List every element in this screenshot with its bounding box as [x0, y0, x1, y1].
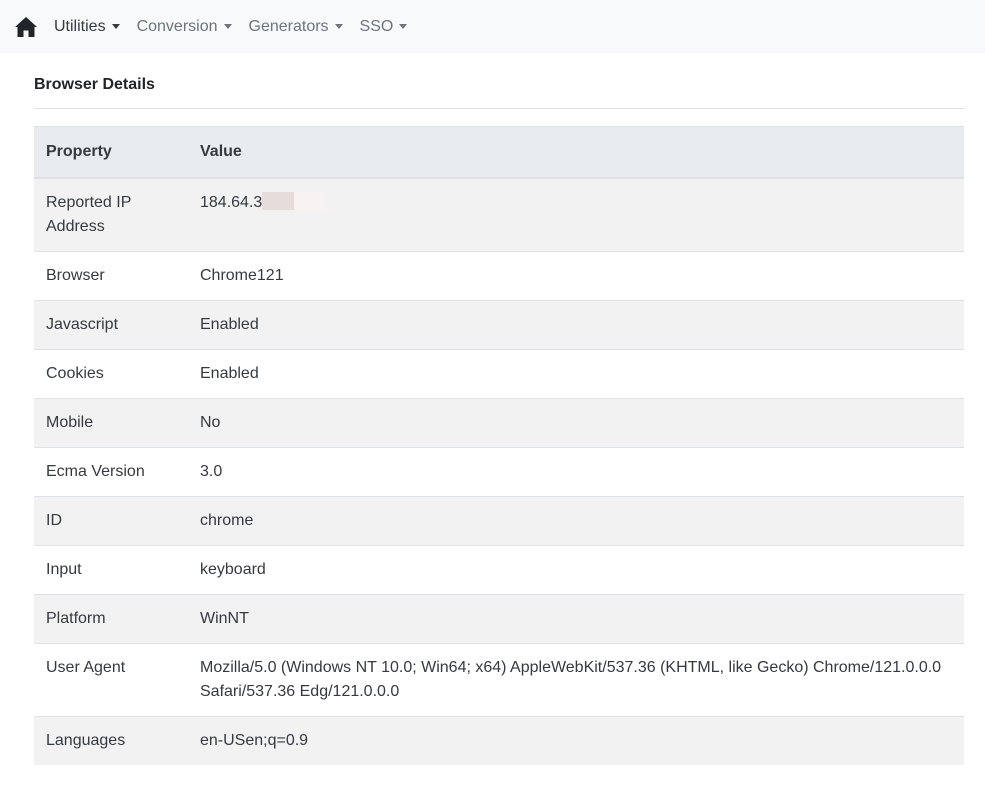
table-row: Cookies Enabled — [34, 348, 964, 398]
property-cell: Languages — [34, 715, 188, 765]
value-cell: 184.64.3 — [188, 177, 964, 251]
nav-menu-label: Conversion — [136, 17, 218, 35]
property-cell: Reported IP Address — [34, 177, 188, 251]
nav-menu-sso[interactable]: SSO — [360, 18, 408, 36]
caret-down-icon — [111, 24, 120, 29]
caret-down-icon — [334, 24, 343, 29]
table-row: Reported IP Address 184.64.3 — [34, 177, 964, 251]
value-cell: Chrome121 — [188, 250, 964, 300]
property-cell: Cookies — [34, 348, 188, 398]
header-property: Property — [34, 126, 188, 179]
value-cell: WinNT — [188, 593, 964, 643]
property-cell: User Agent — [34, 642, 188, 716]
table-row: Platform WinNT — [34, 593, 964, 643]
property-cell: ID — [34, 495, 188, 545]
nav-menu-conversion[interactable]: Conversion — [137, 18, 232, 36]
value-cell: 3.0 — [188, 446, 964, 496]
value-cell: chrome — [188, 495, 964, 545]
nav-menu-label: Generators — [248, 17, 329, 35]
redaction-block — [262, 191, 295, 210]
main-content: Browser Details Property Value Reported … — [0, 53, 985, 765]
value-cell: Enabled — [188, 348, 964, 398]
table-row: ID chrome — [34, 495, 964, 545]
property-cell: Ecma Version — [34, 446, 188, 496]
ip-address-value: 184.64.3 — [200, 193, 263, 211]
nav-menu-utilities[interactable]: Utilities — [54, 18, 120, 36]
property-cell: Browser — [34, 250, 188, 300]
nav-menu-label: Utilities — [54, 17, 106, 35]
value-cell: keyboard — [188, 544, 964, 594]
property-cell: Javascript — [34, 299, 188, 349]
table-row: Ecma Version 3.0 — [34, 446, 964, 496]
value-cell: Mozilla/5.0 (Windows NT 10.0; Win64; x64… — [188, 642, 964, 716]
nav-menu-generators[interactable]: Generators — [249, 18, 343, 36]
home-icon[interactable] — [14, 16, 38, 38]
caret-down-icon — [399, 24, 408, 29]
page-title: Browser Details — [34, 53, 964, 109]
table-row: User Agent Mozilla/5.0 (Windows NT 10.0;… — [34, 642, 964, 716]
value-cell: Enabled — [188, 299, 964, 349]
value-cell: en-USen;q=0.9 — [188, 715, 964, 765]
property-cell: Mobile — [34, 397, 188, 447]
redaction-block — [294, 191, 327, 210]
table-row: Browser Chrome121 — [34, 250, 964, 300]
table-row: Javascript Enabled — [34, 299, 964, 349]
table-row: Input keyboard — [34, 544, 964, 594]
header-value: Value — [188, 126, 964, 179]
table-header-row: Property Value — [34, 126, 964, 179]
property-cell: Platform — [34, 593, 188, 643]
table-row: Languages en-USen;q=0.9 — [34, 715, 964, 765]
table-row: Mobile No — [34, 397, 964, 447]
property-cell: Input — [34, 544, 188, 594]
caret-down-icon — [223, 24, 232, 29]
value-cell: No — [188, 397, 964, 447]
nav-menu-label: SSO — [359, 17, 394, 35]
browser-details-table: Property Value Reported IP Address 184.6… — [34, 126, 964, 765]
top-navbar: Utilities Conversion Generators SSO — [0, 0, 985, 53]
